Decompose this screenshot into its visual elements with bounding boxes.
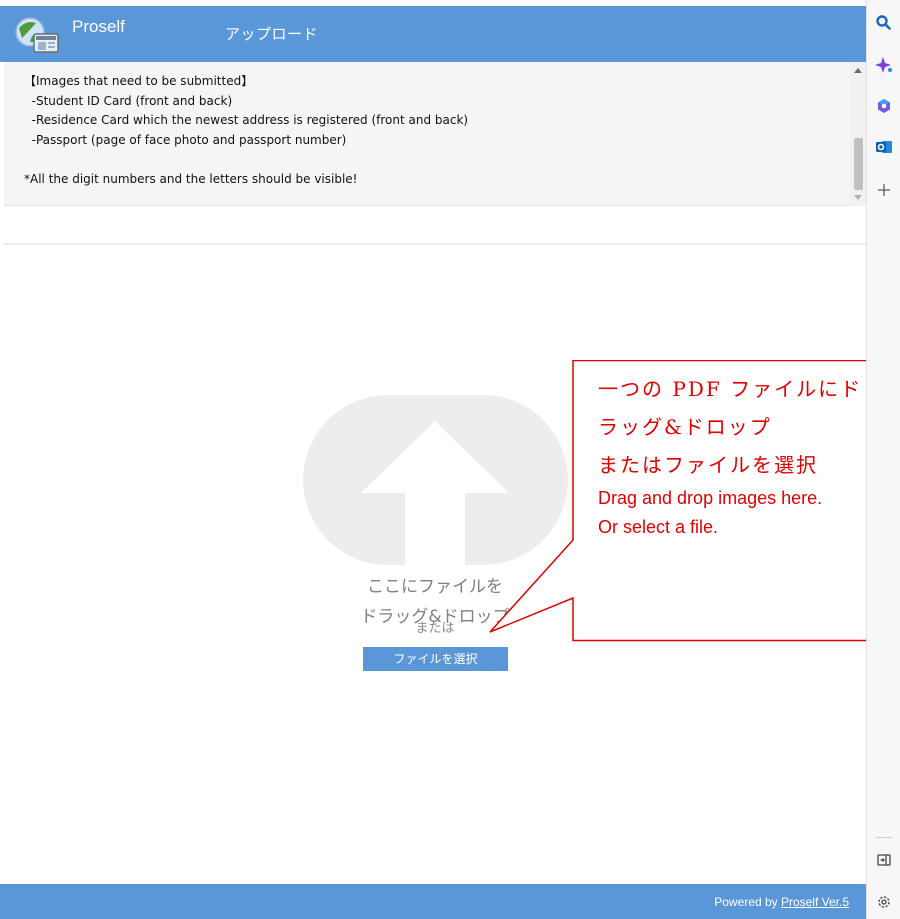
callout-en-line-1: Drag and drop images here. [598,488,823,508]
notice-line [24,150,844,170]
split-screen-icon[interactable] [874,850,894,870]
notice-line: -Passport (page of face photo and passpo… [24,132,347,147]
browser-side-panel [866,0,900,919]
scroll-down-icon[interactable] [854,195,862,200]
notice-line: 【Images that need to be submitted】 [24,74,254,88]
notice-line: -Residence Card which the newest address… [24,113,469,127]
scroll-thumb[interactable] [854,138,863,190]
footer-bar: Powered by Proself Ver.5 [0,884,866,919]
sidebar-separator [875,837,893,838]
notice-scrollbar[interactable] [850,62,866,206]
notice-line: *All the digit numbers and the letters s… [24,171,358,186]
powered-by-label: Powered by [714,895,781,909]
callout-jp-line-2: ラッグ&ドロップ [598,415,772,439]
notice-line: -Student ID Card (front and back) [24,93,233,108]
sparkle-icon[interactable] [874,55,894,75]
notice-text: 【Images that need to be submitted】 -Stud… [24,72,844,189]
app-name: Proself [72,17,125,36]
callout-text: 一つの PDF ファイルにド ラッグ&ドロップ またはファイルを選択 Drag … [598,370,900,542]
header-bar: Proself アップロード [0,6,866,62]
proself-logo-icon [15,17,59,53]
scroll-up-icon[interactable] [854,68,862,73]
copilot-icon[interactable] [874,96,894,116]
page-title: アップロード [225,25,319,43]
callout-jp-line-1: 一つの PDF ファイルにド [598,377,863,401]
footer-text: Powered by Proself Ver.5 [714,895,849,909]
outlook-icon[interactable] [874,137,894,157]
proself-version-link[interactable]: Proself Ver.5 [781,895,849,909]
search-icon[interactable] [874,13,894,33]
add-icon[interactable] [874,180,894,200]
notice-panel: 【Images that need to be submitted】 -Stud… [4,62,866,206]
settings-icon[interactable] [874,892,894,912]
section-divider [4,243,866,245]
callout-jp-line-3: またはファイルを選択 [598,453,818,477]
callout-en-line-2: Or select a file. [598,517,719,537]
